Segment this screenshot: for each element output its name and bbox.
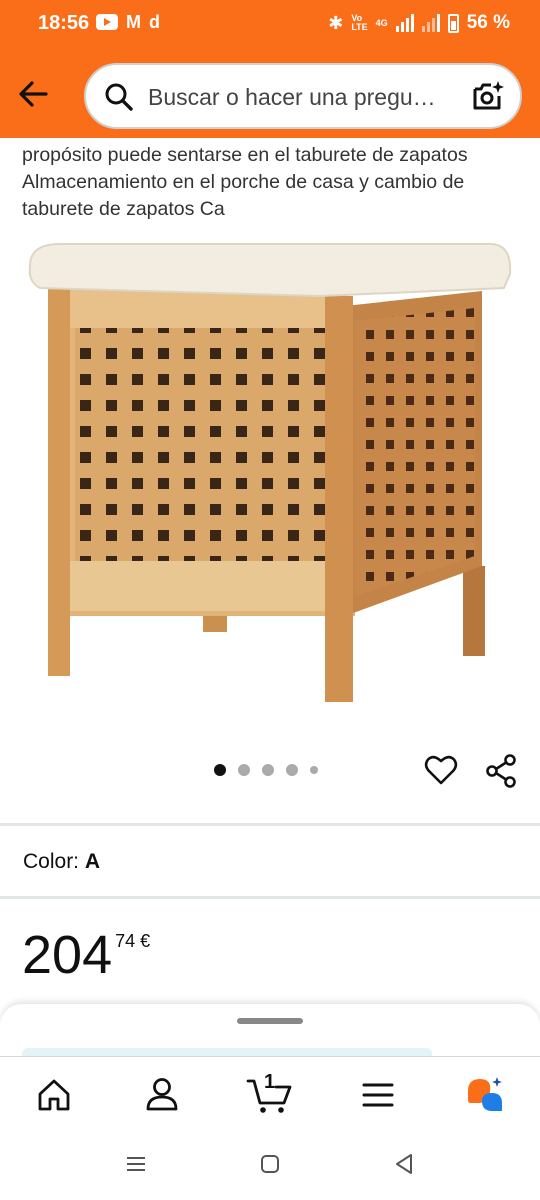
search-input[interactable]: Buscar o hacer una pregu… [148,84,436,111]
signal-2-icon [421,14,440,32]
image-carousel-dots[interactable] [214,764,318,776]
price-whole: 204 [22,925,113,985]
share-icon[interactable] [484,753,518,789]
volte-icon: Vo LTE [351,13,368,32]
youtube-icon [96,14,118,30]
rufus-assistant-icon[interactable] [464,1075,504,1115]
home-button-icon[interactable] [258,1152,282,1176]
carousel-dot[interactable] [214,764,226,776]
app-d-icon: d [149,12,160,32]
camera-lens-icon[interactable] [470,79,506,115]
recent-apps-icon[interactable] [124,1152,148,1176]
carousel-dot[interactable] [286,764,298,776]
back-button-icon[interactable] [392,1152,416,1176]
bottom-tab-bar: 1 [0,1056,540,1128]
section-divider [0,823,540,826]
menu-icon[interactable] [358,1075,398,1115]
search-bar[interactable]: Buscar o hacer una pregu… [84,63,522,129]
product-title: propósito puede sentarse en el taburete … [22,144,468,220]
app-header: 18:56 M d ✱ Vo LTE 4G 56 % Buscar o hace… [0,0,540,138]
carousel-dot[interactable] [310,766,318,774]
status-indicators: ✱ Vo LTE 4G 56 % [328,12,510,34]
back-arrow-icon[interactable] [14,74,54,114]
system-navigation-bar [0,1128,540,1200]
cart-count: 1 [264,1071,276,1093]
gmail-icon: M [126,12,141,32]
battery-percent: 56 % [466,12,510,33]
section-divider [0,896,540,899]
status-bar: 18:56 M d ✱ Vo LTE 4G 56 % [0,0,540,46]
battery-icon [447,13,459,33]
status-time: 18:56 [38,12,90,34]
cart-tab[interactable]: 1 [246,1071,296,1115]
account-icon[interactable] [142,1075,182,1115]
bluetooth-icon: ✱ [328,13,344,33]
color-selector[interactable]: Color: A [23,850,100,874]
carousel-dot[interactable] [238,764,250,776]
lte-icon: 4G [375,17,388,28]
price: 204 74 € [22,925,150,985]
home-icon[interactable] [34,1075,74,1115]
notification-icons: M d [96,13,160,31]
sheet-grabber[interactable] [237,1018,303,1024]
price-fraction: 74 € [115,931,151,951]
carousel-dot[interactable] [262,764,274,776]
color-label: Color: [23,850,80,873]
signal-icon [395,14,414,32]
color-value: A [84,850,101,873]
product-image[interactable] [20,236,520,716]
heart-icon[interactable] [424,753,458,787]
search-icon [105,83,133,111]
